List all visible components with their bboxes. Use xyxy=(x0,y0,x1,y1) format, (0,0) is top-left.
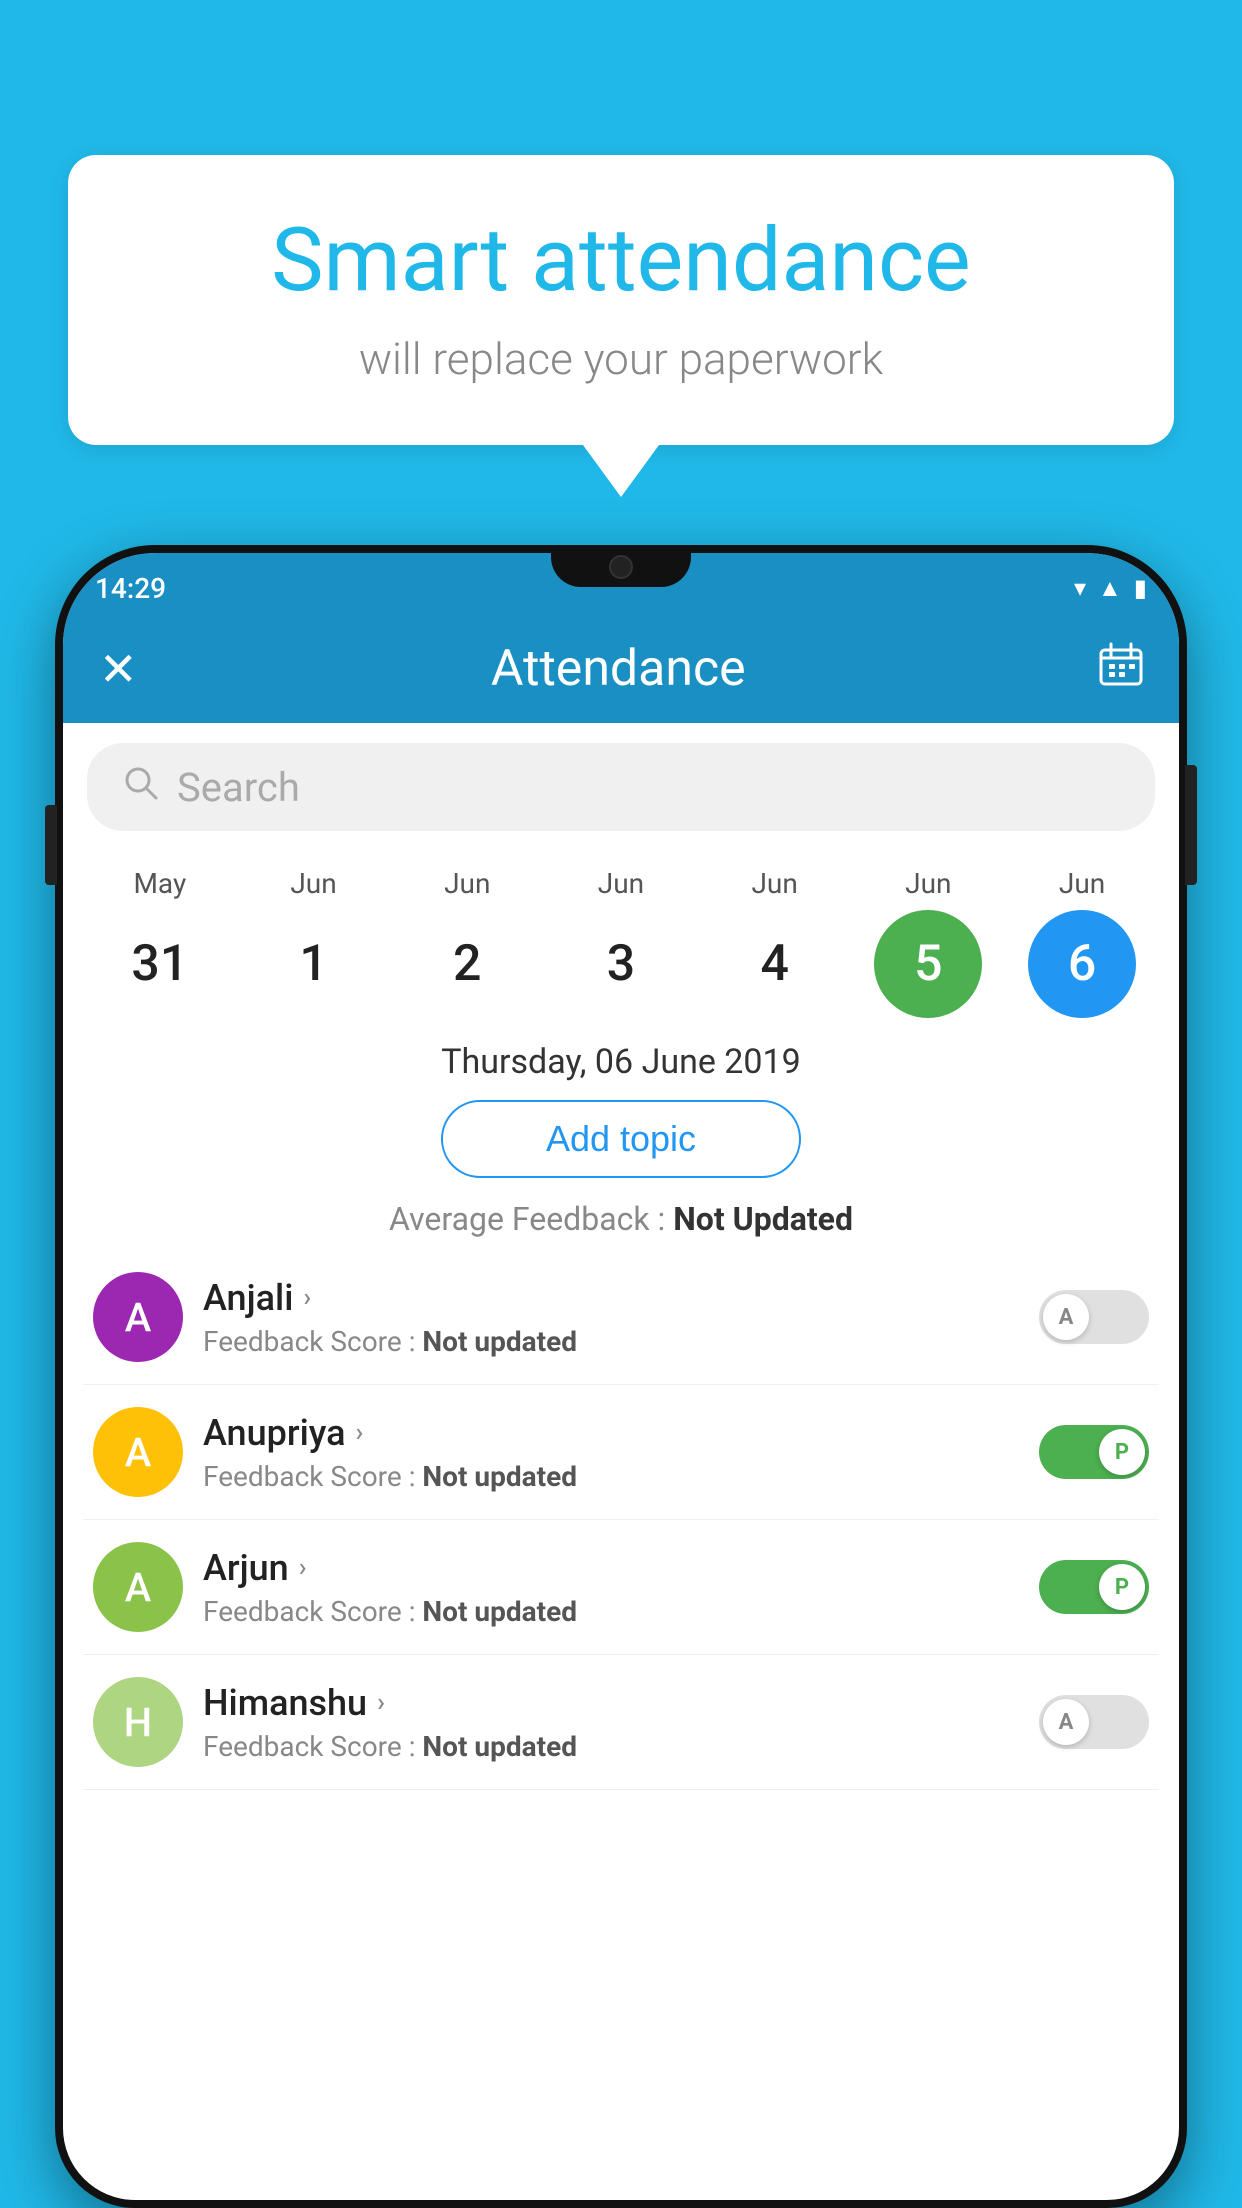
add-topic-button[interactable]: Add topic xyxy=(441,1100,801,1178)
day-month: Jun xyxy=(444,867,490,900)
calendar-day-4[interactable]: Jun 4 xyxy=(710,867,840,1018)
average-feedback: Average Feedback : Not Updated xyxy=(63,1200,1179,1238)
student-feedback: Feedback Score : Not updated xyxy=(203,1460,1019,1493)
search-placeholder: Search xyxy=(177,764,300,811)
calendar-day-31[interactable]: May 31 xyxy=(95,867,225,1018)
bubble-subtitle: will replace your paperwork xyxy=(128,333,1114,385)
day-month: Jun xyxy=(598,867,644,900)
chevron-icon: › xyxy=(299,1553,307,1583)
student-row[interactable]: H Himanshu › Feedback Score : Not updated A xyxy=(83,1655,1159,1790)
student-avatar: H xyxy=(93,1677,183,1767)
wifi-icon: ▾ xyxy=(1074,574,1086,602)
toggle-knob: A xyxy=(1043,1699,1089,1745)
student-info: Anupriya › Feedback Score : Not updated xyxy=(203,1412,1019,1493)
day-month: Jun xyxy=(290,867,336,900)
app-header: ✕ Attendance xyxy=(63,615,1179,723)
search-bar[interactable]: Search xyxy=(87,743,1155,831)
search-icon xyxy=(123,765,159,810)
student-feedback: Feedback Score : Not updated xyxy=(203,1730,1019,1763)
toggle-knob: P xyxy=(1099,1564,1145,1610)
student-avatar: A xyxy=(93,1407,183,1497)
speech-bubble: Smart attendance will replace your paper… xyxy=(68,155,1174,445)
day-number: 31 xyxy=(106,910,214,1018)
student-row[interactable]: A Anupriya › Feedback Score : Not updated P xyxy=(83,1385,1159,1520)
attendance-toggle[interactable]: A xyxy=(1039,1290,1149,1344)
battery-icon: ▮ xyxy=(1134,574,1147,602)
header-title: Attendance xyxy=(491,640,746,698)
bubble-title: Smart attendance xyxy=(128,210,1114,311)
avg-feedback-value: Not Updated xyxy=(673,1200,853,1238)
speech-bubble-arrow xyxy=(583,445,659,497)
calendar-day-3[interactable]: Jun 3 xyxy=(556,867,686,1018)
day-month: Jun xyxy=(1059,867,1105,900)
student-avatar: A xyxy=(93,1272,183,1362)
day-number: 3 xyxy=(567,910,675,1018)
day-number: 6 xyxy=(1028,910,1136,1018)
status-icons: ▾ ▲ ▮ xyxy=(1074,574,1147,603)
attendance-toggle[interactable]: P xyxy=(1039,1425,1149,1479)
student-info: Anjali › Feedback Score : Not updated xyxy=(203,1277,1019,1358)
student-info: Arjun › Feedback Score : Not updated xyxy=(203,1547,1019,1628)
phone-notch xyxy=(551,545,691,587)
selected-date-heading: Thursday, 06 June 2019 xyxy=(63,1042,1179,1082)
calendar-strip: May 31 Jun 1 Jun 2 Jun 3 Jun 4 Jun 5 Jun 6 xyxy=(63,851,1179,1018)
student-list: AAnjali ›Feedback Score : Not updatedAAA… xyxy=(63,1250,1179,1790)
phone-power-button xyxy=(1185,765,1197,885)
day-month: Jun xyxy=(905,867,951,900)
attendance-toggle[interactable]: A xyxy=(1039,1695,1149,1749)
day-number: 2 xyxy=(413,910,521,1018)
student-info: Himanshu › Feedback Score : Not updated xyxy=(203,1682,1019,1763)
calendar-day-1[interactable]: Jun 1 xyxy=(249,867,379,1018)
close-button[interactable]: ✕ xyxy=(99,642,138,697)
student-row[interactable]: A Anjali › Feedback Score : Not updated A xyxy=(83,1250,1159,1385)
student-name: Arjun › xyxy=(203,1547,1019,1589)
phone-camera xyxy=(609,555,633,579)
signal-icon: ▲ xyxy=(1098,574,1122,603)
student-name: Himanshu › xyxy=(203,1682,1019,1724)
calendar-day-2[interactable]: Jun 2 xyxy=(402,867,532,1018)
day-number: 4 xyxy=(721,910,829,1018)
day-month: Jun xyxy=(751,867,797,900)
status-time: 14:29 xyxy=(95,572,166,605)
chevron-icon: › xyxy=(377,1688,385,1718)
calendar-icon[interactable] xyxy=(1099,642,1143,696)
student-row[interactable]: A Arjun › Feedback Score : Not updated P xyxy=(83,1520,1159,1655)
calendar-day-6[interactable]: Jun 6 xyxy=(1017,867,1147,1018)
phone-volume-button xyxy=(45,805,57,885)
day-month: May xyxy=(133,867,186,900)
day-number: 1 xyxy=(260,910,368,1018)
toggle-knob: P xyxy=(1099,1429,1145,1475)
calendar-day-5[interactable]: Jun 5 xyxy=(863,867,993,1018)
speech-bubble-container: Smart attendance will replace your paper… xyxy=(68,155,1174,497)
avg-feedback-label: Average Feedback : xyxy=(389,1200,673,1238)
toggle-knob: A xyxy=(1043,1294,1089,1340)
student-feedback: Feedback Score : Not updated xyxy=(203,1595,1019,1628)
day-number: 5 xyxy=(874,910,982,1018)
chevron-icon: › xyxy=(356,1418,364,1448)
attendance-toggle[interactable]: P xyxy=(1039,1560,1149,1614)
student-name: Anupriya › xyxy=(203,1412,1019,1454)
chevron-icon: › xyxy=(303,1283,311,1313)
phone-screen: 14:29 ▾ ▲ ▮ ✕ Attendance xyxy=(63,553,1179,2200)
student-name: Anjali › xyxy=(203,1277,1019,1319)
phone-frame: 14:29 ▾ ▲ ▮ ✕ Attendance xyxy=(55,545,1187,2208)
student-feedback: Feedback Score : Not updated xyxy=(203,1325,1019,1358)
student-avatar: A xyxy=(93,1542,183,1632)
